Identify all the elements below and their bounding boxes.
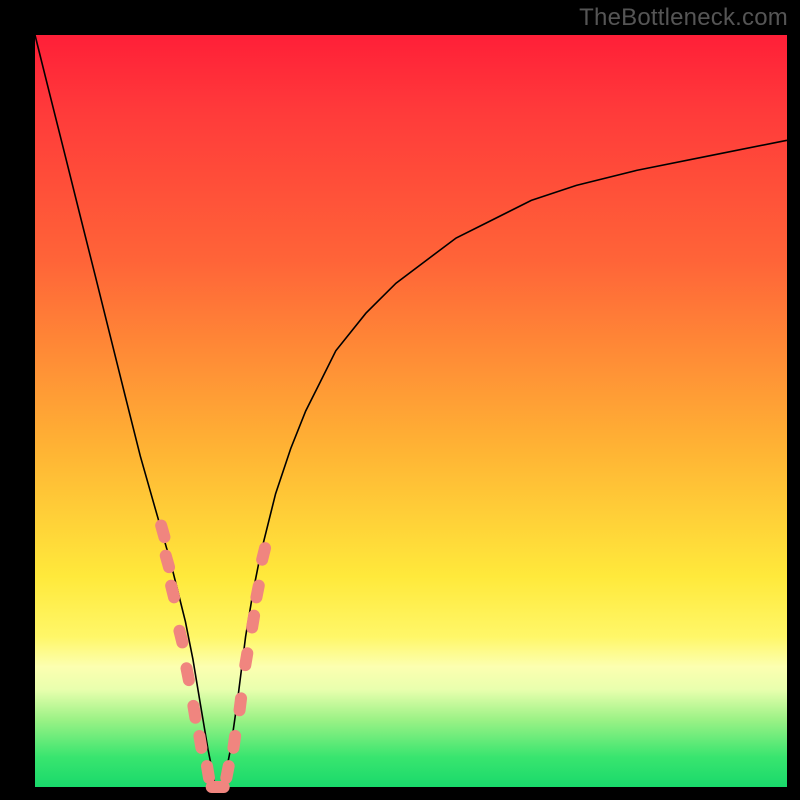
- curve-marker: [255, 541, 272, 567]
- curve-marker: [233, 692, 248, 717]
- watermark-text: TheBottleneck.com: [579, 4, 788, 32]
- chart-svg: [35, 35, 787, 787]
- curve-marker: [154, 518, 172, 544]
- curve-marker: [245, 609, 261, 635]
- curve-marker: [158, 548, 176, 574]
- chart-frame: TheBottleneck.com: [0, 0, 800, 800]
- bottleneck-curve: [35, 35, 787, 787]
- curve-marker: [227, 729, 242, 754]
- curve-marker: [164, 578, 181, 604]
- curve-markers: [154, 518, 273, 793]
- curve-marker: [238, 646, 254, 672]
- curve-marker: [219, 759, 235, 785]
- curve-marker: [249, 579, 265, 605]
- chart-plot-area: [35, 35, 787, 787]
- curve-marker: [200, 759, 216, 785]
